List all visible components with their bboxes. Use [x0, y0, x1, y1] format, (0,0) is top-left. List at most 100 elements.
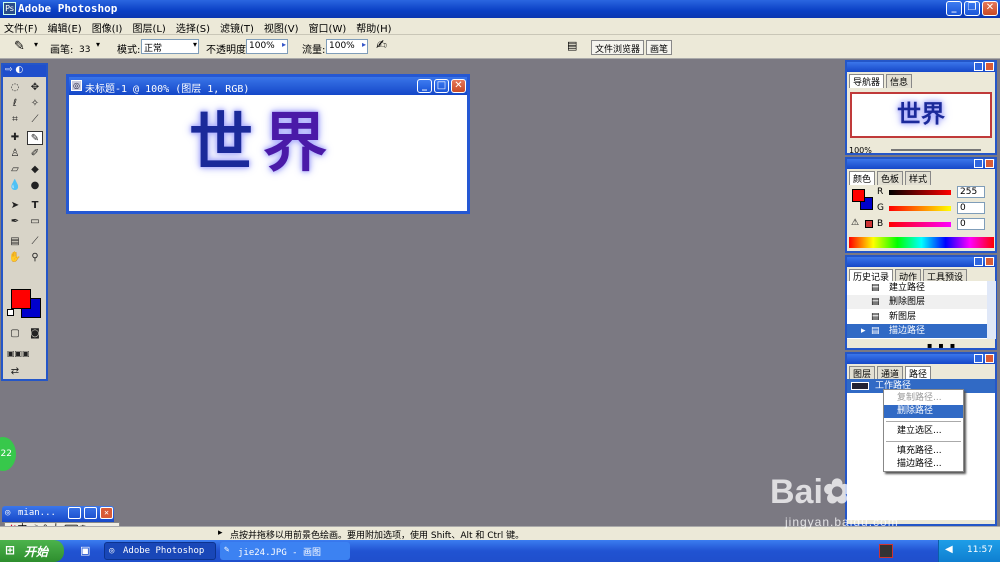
gamut-swatch[interactable]: [865, 220, 873, 228]
menu-layer[interactable]: 图层(L): [128, 18, 171, 35]
float-restore-button[interactable]: [68, 507, 81, 519]
document-title-bar[interactable]: ◎ 未标题-1 @ 100% (图层 1, RGB) _ □ ✕: [69, 77, 467, 95]
green-badge[interactable]: 22: [0, 437, 16, 471]
navigator-preview[interactable]: 世界: [850, 92, 992, 138]
taskbar-item-paint[interactable]: ✎ jie24.JPG - 画图: [220, 542, 350, 560]
close-button[interactable]: ✕: [982, 1, 998, 16]
tab-navigator[interactable]: 导航器: [849, 74, 885, 88]
flow-input[interactable]: 100% ▸: [326, 39, 368, 54]
color-foreground-swatch[interactable]: [852, 189, 865, 202]
taskbar-item-photoshop[interactable]: ◎ Adobe Photoshop: [104, 542, 216, 560]
b-input[interactable]: 0: [957, 218, 985, 230]
tab-swatches[interactable]: 色板: [877, 171, 904, 185]
menu-item-duplicate-path[interactable]: 复制路径...: [884, 392, 963, 405]
doc-close-button[interactable]: ✕: [451, 79, 466, 93]
slice-icon[interactable]: ⟋: [27, 113, 43, 127]
tab-info[interactable]: 信息: [886, 74, 913, 88]
panel-minimize-button[interactable]: [974, 354, 983, 363]
chevron-down-icon[interactable]: ▾: [96, 40, 100, 49]
clock[interactable]: 11:57: [967, 545, 993, 555]
menu-help[interactable]: 帮助(H): [352, 18, 397, 35]
type-icon[interactable]: T: [27, 199, 43, 213]
menu-filter[interactable]: 滤镜(T): [216, 18, 260, 35]
history-item[interactable]: ▤ 删除图层: [847, 295, 987, 309]
navigator-zoom[interactable]: 100%: [849, 146, 872, 155]
brush-size[interactable]: 33: [79, 45, 90, 55]
r-slider[interactable]: [889, 190, 951, 195]
paint-bucket-icon[interactable]: ◆: [27, 163, 43, 177]
panel-close-button[interactable]: [985, 62, 994, 71]
history-item-selected[interactable]: ▸ ▤ 描边路径: [847, 324, 987, 338]
r-input[interactable]: 255: [957, 186, 985, 198]
lasso-icon[interactable]: ℓ: [7, 97, 23, 111]
panel-minimize-button[interactable]: [974, 159, 983, 168]
navigator-zoom-slider[interactable]: [891, 149, 981, 151]
menu-edit[interactable]: 编辑(E): [44, 18, 88, 35]
brush-icon[interactable]: ✎: [27, 131, 43, 145]
chevron-down-icon[interactable]: ▾: [34, 40, 38, 49]
menu-window[interactable]: 窗口(W): [305, 18, 353, 35]
eraser-icon[interactable]: ▱: [7, 163, 23, 177]
foreground-color-swatch[interactable]: [11, 289, 31, 309]
mode-select[interactable]: 正常 ▾: [141, 39, 199, 54]
menu-item-fill-path[interactable]: 填充路径...: [884, 445, 963, 458]
tab-layers[interactable]: 图层: [849, 366, 876, 380]
notes-icon[interactable]: ▤: [7, 235, 23, 249]
opacity-input[interactable]: 100% ▸: [246, 39, 288, 54]
history-item[interactable]: ▤ 建立路径: [847, 281, 987, 295]
float-close-button[interactable]: ✕: [100, 507, 113, 519]
color-ramp[interactable]: [849, 237, 994, 248]
menu-select[interactable]: 选择(S): [172, 18, 216, 35]
clone-stamp-icon[interactable]: ♙: [7, 147, 23, 161]
history-brush-icon[interactable]: ✐: [27, 147, 43, 161]
document-window[interactable]: ◎ 未标题-1 @ 100% (图层 1, RGB) _ □ ✕ 世 界: [66, 74, 470, 214]
menu-view[interactable]: 视图(V): [260, 18, 305, 35]
g-input[interactable]: 0: [957, 202, 985, 214]
brush-tool-icon[interactable]: ✎: [14, 39, 25, 54]
float-maximize-button[interactable]: [84, 507, 97, 519]
standard-mode-icon[interactable]: ▢: [7, 327, 23, 341]
tab-file-browser[interactable]: 文件浏览器: [591, 40, 645, 55]
doc-maximize-button[interactable]: □: [434, 79, 449, 93]
gamut-warning-icon[interactable]: ⚠: [851, 218, 859, 228]
dodge-icon[interactable]: ●: [27, 179, 43, 193]
history-scrollbar[interactable]: [987, 281, 996, 339]
minimized-window[interactable]: ◎ mian... ✕: [2, 506, 114, 522]
tab-brushes[interactable]: 画笔: [646, 40, 673, 55]
history-item[interactable]: ▤ 新图层: [847, 310, 987, 324]
panel-minimize-button[interactable]: [974, 62, 983, 71]
tab-color[interactable]: 颜色: [849, 171, 876, 185]
panel-minimize-button[interactable]: [974, 257, 983, 266]
menu-item-stroke-path[interactable]: 描边路径...: [884, 458, 963, 471]
move-icon[interactable]: ✥: [27, 81, 43, 95]
default-colors-icon[interactable]: [7, 309, 14, 316]
quick-mask-icon[interactable]: ◙: [27, 327, 43, 341]
tray-app-icon[interactable]: [879, 544, 893, 558]
zoom-icon[interactable]: ⚲: [27, 251, 43, 265]
doc-minimize-button[interactable]: _: [417, 79, 432, 93]
menu-file[interactable]: 文件(F): [0, 18, 44, 35]
screen-mode-icon[interactable]: ▣▣▣: [7, 347, 30, 361]
eyedropper-icon[interactable]: ⟋: [27, 235, 43, 249]
menu-item-make-selection[interactable]: 建立选区...: [884, 425, 963, 438]
show-desktop-icon[interactable]: ▣: [80, 544, 90, 557]
blur-icon[interactable]: 💧: [7, 179, 23, 193]
hand-icon[interactable]: ✋: [7, 251, 23, 265]
panel-close-button[interactable]: [985, 354, 994, 363]
panel-close-button[interactable]: [985, 257, 994, 266]
path-select-icon[interactable]: ➤: [7, 199, 23, 213]
tab-paths[interactable]: 路径: [905, 366, 932, 380]
marquee-icon[interactable]: ◌: [7, 81, 23, 95]
start-button[interactable]: ⊞ 开始: [0, 540, 64, 562]
restore-button[interactable]: ❐: [964, 1, 980, 16]
g-slider[interactable]: [889, 206, 951, 211]
tab-styles[interactable]: 样式: [905, 171, 932, 185]
jump-to-imageready-icon[interactable]: ⇄: [7, 365, 23, 379]
menu-image[interactable]: 图像(I): [88, 18, 129, 35]
airbrush-icon[interactable]: ✍: [376, 38, 387, 53]
panel-close-button[interactable]: [985, 159, 994, 168]
pen-icon[interactable]: ✒: [7, 215, 23, 229]
magic-wand-icon[interactable]: ✧: [27, 97, 43, 111]
tray-arrow-icon[interactable]: ◀: [945, 544, 953, 555]
history-footer-buttons[interactable]: ▪▪▪: [927, 341, 961, 350]
